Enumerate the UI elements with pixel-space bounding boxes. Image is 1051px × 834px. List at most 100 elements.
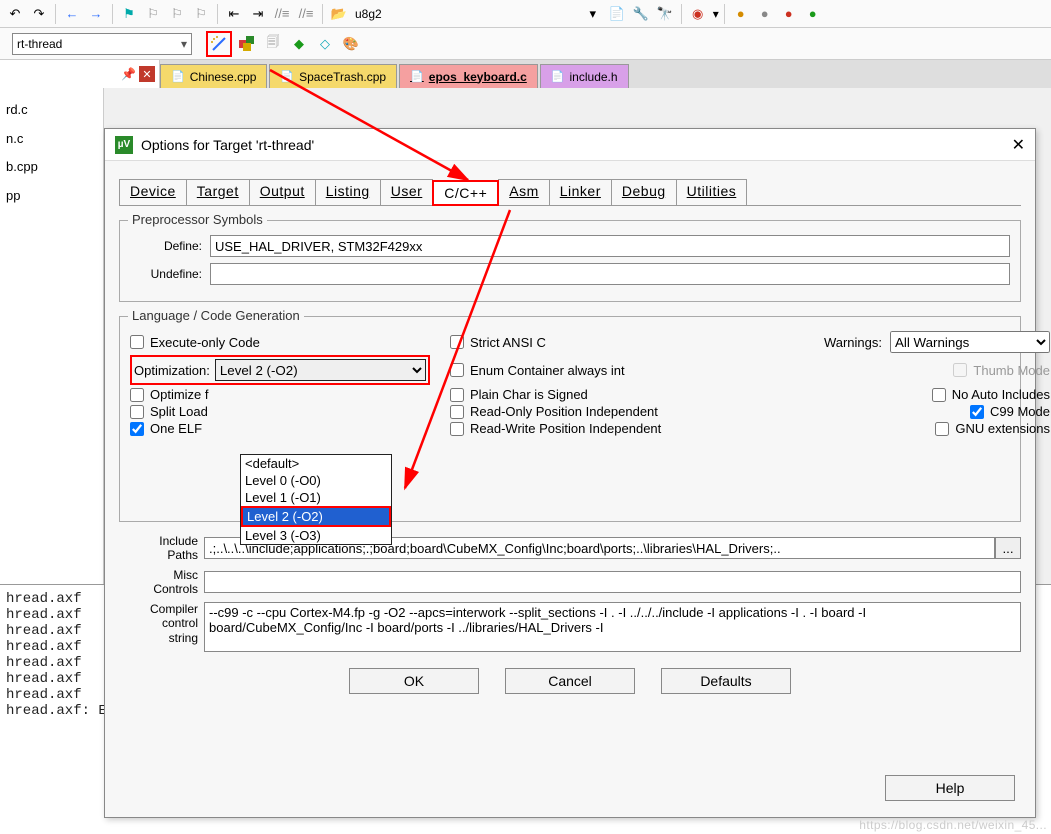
tab-linker[interactable]: Linker [549, 179, 612, 205]
browse-include-button[interactable]: ... [995, 537, 1021, 559]
compiler-string-box: --c99 -c --cpu Cortex-M4.fp -g -O2 --apc… [204, 602, 1021, 652]
paint-icon[interactable]: 🎨 [340, 33, 362, 55]
tab-ccpp[interactable]: C/C++ [432, 180, 499, 206]
options-dialog: µV Options for Target 'rt-thread' ✕ Devi… [104, 128, 1036, 818]
indent-left-icon[interactable]: ⇤ [223, 3, 245, 25]
combo-label: u8g2 [355, 7, 382, 21]
undo-icon[interactable]: ↶ [4, 3, 26, 25]
dropdown-option[interactable]: Level 3 (-O3) [241, 527, 391, 544]
ok-button[interactable]: OK [349, 668, 479, 694]
chk-thumb [953, 363, 967, 377]
close-panel-icon[interactable]: ✕ [139, 66, 155, 82]
dot-green-icon[interactable]: ● [802, 3, 824, 25]
target-dropdown[interactable]: rt-thread [12, 33, 192, 55]
chk-plain-char[interactable] [450, 388, 464, 402]
tab-spacetrash[interactable]: 📄SpaceTrash.cpp [269, 64, 397, 88]
chk-gnu[interactable] [935, 422, 949, 436]
chk-no-auto[interactable] [932, 388, 946, 402]
record-red-icon[interactable]: ◉ [687, 3, 709, 25]
list-item[interactable]: n.c [6, 125, 97, 154]
chk-c99[interactable] [970, 405, 984, 419]
comment-icon[interactable]: //≡ [271, 3, 293, 25]
list-item[interactable]: pp [6, 182, 97, 211]
chk-optimize-f[interactable] [130, 388, 144, 402]
cancel-button[interactable]: Cancel [505, 668, 635, 694]
optimization-select[interactable]: Level 2 (-O2) [215, 359, 426, 381]
folder-icon[interactable]: 📂 [328, 3, 350, 25]
file-icon: 📄 [410, 70, 424, 83]
main-toolbar: ↶ ↷ ← → ⚑ ⚐ ⚐ ⚐ ⇤ ⇥ //≡ //≡ 📂 u8g2 ▾ 📄 🔧… [0, 0, 1051, 28]
file-tabs: 📌 ✕ 📄 Chinese.cpp 📄SpaceTrash.cpp 📄epos_k… [0, 60, 1051, 88]
forward-icon[interactable]: → [85, 3, 107, 25]
target-value: rt-thread [17, 37, 62, 51]
tab-listing[interactable]: Listing [315, 179, 381, 205]
back-icon[interactable]: ← [61, 3, 83, 25]
dialog-titlebar: µV Options for Target 'rt-thread' ✕ [105, 129, 1035, 161]
flag-grey-icon[interactable]: ⚐ [142, 3, 164, 25]
flag-right-icon[interactable]: ⚐ [190, 3, 212, 25]
group-preprocessor: Preprocessor Symbols Define: Undefine: [119, 220, 1021, 302]
dropdown-option[interactable]: <default> [241, 455, 391, 472]
tab-include[interactable]: 📄include.h [540, 64, 629, 88]
close-icon[interactable]: ✕ [1012, 135, 1025, 155]
tab-epos-keyboard[interactable]: 📄epos_keyboard.c [399, 64, 538, 88]
warnings-select[interactable]: All Warnings [890, 331, 1050, 353]
dropdown-small-icon[interactable]: ▾ [582, 3, 604, 25]
dropdown-option[interactable]: Level 1 (-O1) [241, 489, 391, 506]
optimization-dropdown-list[interactable]: <default> Level 0 (-O0) Level 1 (-O1) Le… [240, 454, 392, 545]
indent-right-icon[interactable]: ⇥ [247, 3, 269, 25]
chk-label: Enum Container always int [470, 363, 625, 378]
define-input[interactable] [210, 235, 1010, 257]
magic-wand-icon[interactable] [206, 31, 232, 57]
dot-orange-icon[interactable]: ● [730, 3, 752, 25]
chk-execute-only[interactable] [130, 335, 144, 349]
group-legend: Language / Code Generation [128, 308, 304, 323]
compiler-string-label: Compiler control string [119, 602, 204, 645]
doc-icon[interactable]: 📄 [606, 3, 628, 25]
binoc-icon[interactable]: 🔭 [654, 3, 676, 25]
dropdown-option-selected[interactable]: Level 2 (-O2) [241, 506, 391, 527]
chk-strict-ansi[interactable] [450, 335, 464, 349]
tab-output[interactable]: Output [249, 179, 316, 205]
diamond-green-icon[interactable]: ◆ [288, 33, 310, 55]
undefine-input[interactable] [210, 263, 1010, 285]
tab-device[interactable]: Device [119, 179, 187, 205]
file-icon: 📄 [551, 70, 565, 83]
diamond-cyan-icon[interactable]: ◇ [314, 33, 336, 55]
pin-icon[interactable]: 📌 [121, 67, 136, 81]
tab-utilities[interactable]: Utilities [676, 179, 748, 205]
chk-one-elf[interactable] [130, 422, 144, 436]
chk-label: Execute-only Code [150, 335, 260, 350]
tab-label: Chinese.cpp [190, 70, 257, 84]
list-item[interactable]: rd.c [6, 96, 97, 125]
flag-cyan-icon[interactable]: ⚑ [118, 3, 140, 25]
file-icon: 📄 [280, 70, 294, 83]
chk-enum-container[interactable] [450, 363, 464, 377]
group-legend: Preprocessor Symbols [128, 212, 267, 227]
dot-grey-icon[interactable]: ● [754, 3, 776, 25]
tab-chinese[interactable]: 📄 Chinese.cpp [160, 64, 267, 88]
file-icon: 📄 [171, 70, 185, 83]
dot-red-icon[interactable]: ● [778, 3, 800, 25]
help-button[interactable]: Help [885, 775, 1015, 801]
tab-target[interactable]: Target [186, 179, 250, 205]
tab-user[interactable]: User [380, 179, 434, 205]
tab-debug[interactable]: Debug [611, 179, 677, 205]
redo-icon[interactable]: ↷ [28, 3, 50, 25]
chk-rw-pi[interactable] [450, 422, 464, 436]
dropdown-option[interactable]: Level 0 (-O0) [241, 472, 391, 489]
define-label: Define: [130, 239, 210, 253]
chk-label: Plain Char is Signed [470, 387, 588, 402]
tools-icon[interactable]: 🔧 [630, 3, 652, 25]
list-item[interactable]: b.cpp [6, 153, 97, 182]
boxes-icon[interactable] [236, 33, 258, 55]
include-paths-label: Include Paths [119, 534, 204, 562]
misc-controls-input[interactable] [204, 571, 1021, 593]
flag-left-icon[interactable]: ⚐ [166, 3, 188, 25]
files-icon[interactable]: 🗐 [262, 33, 284, 55]
chk-ro-pi[interactable] [450, 405, 464, 419]
chk-split-load[interactable] [130, 405, 144, 419]
uncomment-icon[interactable]: //≡ [295, 3, 317, 25]
defaults-button[interactable]: Defaults [661, 668, 791, 694]
tab-asm[interactable]: Asm [498, 179, 550, 205]
